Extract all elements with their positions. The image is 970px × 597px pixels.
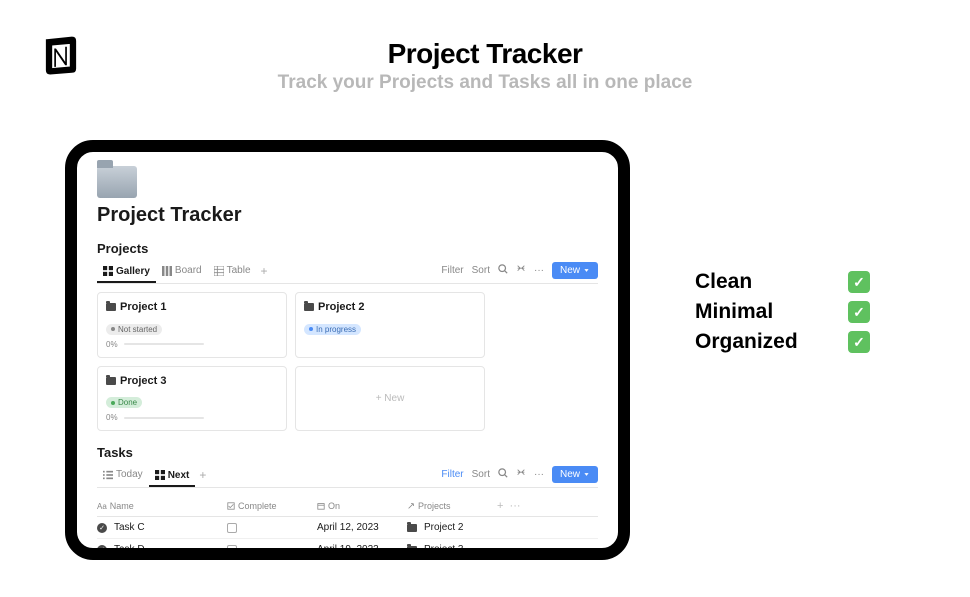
search-button[interactable] bbox=[494, 264, 512, 277]
expand-button[interactable] bbox=[512, 264, 530, 277]
status-badge: Done bbox=[106, 397, 142, 408]
tab-next-label: Next bbox=[168, 470, 190, 481]
folder-icon bbox=[106, 377, 116, 385]
feature-label: Minimal bbox=[695, 300, 773, 324]
tasks-expand-button[interactable] bbox=[512, 468, 530, 481]
hero-header: Project Tracker Track your Projects and … bbox=[0, 38, 970, 94]
gallery-icon bbox=[103, 266, 113, 276]
project-card[interactable]: Project 2 In progress bbox=[295, 292, 485, 358]
project-card[interactable]: Project 3 Done 0% bbox=[97, 366, 287, 432]
column-projects[interactable]: Projects bbox=[407, 500, 497, 512]
card-title: Project 3 bbox=[120, 375, 166, 387]
progress-bar bbox=[124, 343, 204, 345]
feature-item: Clean ✓ bbox=[695, 270, 870, 294]
task-project: Project 2 bbox=[424, 522, 463, 533]
chevron-down-icon bbox=[583, 471, 590, 478]
calendar-icon bbox=[317, 502, 325, 510]
tab-board[interactable]: Board bbox=[156, 263, 208, 278]
tasks-filter-button[interactable]: Filter bbox=[437, 469, 467, 480]
status-badge: In progress bbox=[304, 324, 361, 335]
new-task-button[interactable]: New bbox=[552, 466, 598, 483]
projects-section-title: Projects bbox=[97, 241, 598, 256]
tab-table[interactable]: Table bbox=[208, 263, 257, 278]
card-title: Project 2 bbox=[318, 301, 364, 313]
folder-icon bbox=[407, 546, 417, 554]
tab-today[interactable]: Today bbox=[97, 467, 149, 482]
task-name: Task D bbox=[114, 544, 145, 555]
add-view-button[interactable]: + bbox=[257, 264, 272, 278]
folder-icon bbox=[97, 166, 137, 198]
tasks-view-bar: Today Next + Filter Sort ··· New bbox=[97, 466, 598, 488]
progress-label: 0% bbox=[106, 340, 118, 349]
feature-item: Organized ✓ bbox=[695, 330, 870, 354]
new-task-label: New bbox=[560, 469, 580, 480]
table-row[interactable]: ✓ Task D April 19, 2023 Project 3 bbox=[97, 539, 598, 560]
add-column-button[interactable]: + ··· bbox=[497, 500, 521, 512]
checkmark-icon: ✓ bbox=[848, 301, 870, 323]
task-project: Project 3 bbox=[424, 544, 463, 555]
task-name: Task C bbox=[114, 522, 145, 533]
project-card[interactable]: Project 1 Not started 0% bbox=[97, 292, 287, 358]
tasks-table-header: AaName Complete On Projects + ··· bbox=[97, 496, 598, 517]
checkbox[interactable] bbox=[227, 545, 237, 555]
folder-icon bbox=[106, 303, 116, 311]
tasks-sort-button[interactable]: Sort bbox=[468, 469, 494, 480]
status-badge: Not started bbox=[106, 324, 162, 335]
checkbox-icon bbox=[227, 502, 235, 510]
new-project-button[interactable]: New bbox=[552, 262, 598, 279]
checkmark-icon: ✓ bbox=[848, 331, 870, 353]
column-name[interactable]: AaName bbox=[97, 500, 227, 512]
tasks-section-title: Tasks bbox=[97, 445, 598, 460]
table-row[interactable]: ✓ Task C April 12, 2023 Project 2 bbox=[97, 517, 598, 539]
folder-icon bbox=[407, 524, 417, 532]
tab-gallery[interactable]: Gallery bbox=[97, 264, 156, 283]
checkmark-icon: ✓ bbox=[848, 271, 870, 293]
tab-next[interactable]: Next bbox=[149, 468, 196, 487]
relation-icon bbox=[407, 502, 415, 510]
tab-table-label: Table bbox=[227, 265, 251, 276]
page-title: Project Tracker bbox=[97, 204, 598, 227]
checkbox[interactable] bbox=[227, 523, 237, 533]
features-list: Clean ✓ Minimal ✓ Organized ✓ bbox=[695, 270, 870, 360]
progress-bar bbox=[124, 417, 204, 419]
hero-title: Project Tracker bbox=[0, 38, 970, 70]
board-icon bbox=[162, 266, 172, 276]
search-icon bbox=[498, 264, 508, 274]
expand-icon bbox=[516, 264, 526, 274]
chevron-down-icon bbox=[583, 267, 590, 274]
projects-view-bar: Gallery Board Table + Filter Sort ··· N bbox=[97, 262, 598, 284]
tasks-search-button[interactable] bbox=[494, 468, 512, 481]
search-icon bbox=[498, 468, 508, 478]
column-on[interactable]: On bbox=[317, 500, 407, 512]
card-title: Project 1 bbox=[120, 301, 166, 313]
filter-button[interactable]: Filter bbox=[437, 265, 467, 276]
grid-icon bbox=[155, 470, 165, 480]
feature-label: Organized bbox=[695, 330, 798, 354]
more-button[interactable]: ··· bbox=[530, 265, 548, 276]
column-complete[interactable]: Complete bbox=[227, 500, 317, 512]
tab-gallery-label: Gallery bbox=[116, 266, 150, 277]
feature-item: Minimal ✓ bbox=[695, 300, 870, 324]
progress-label: 0% bbox=[106, 413, 118, 422]
tab-board-label: Board bbox=[175, 265, 202, 276]
tasks-more-button[interactable]: ··· bbox=[530, 469, 548, 480]
feature-label: Clean bbox=[695, 270, 752, 294]
new-project-card[interactable]: + New bbox=[295, 366, 485, 432]
hero-subtitle: Track your Projects and Tasks all in one… bbox=[0, 72, 970, 94]
task-date: April 12, 2023 bbox=[317, 522, 407, 533]
list-icon bbox=[103, 470, 113, 480]
folder-icon bbox=[304, 303, 314, 311]
check-icon: ✓ bbox=[97, 523, 107, 533]
add-task-view-button[interactable]: + bbox=[195, 468, 210, 482]
projects-gallery: Project 1 Not started 0% Project 2 In pr… bbox=[97, 292, 598, 431]
check-icon: ✓ bbox=[97, 545, 107, 555]
task-date: April 19, 2023 bbox=[317, 544, 407, 555]
table-icon bbox=[214, 266, 224, 276]
new-button-label: New bbox=[560, 265, 580, 276]
sort-button[interactable]: Sort bbox=[468, 265, 494, 276]
tablet-frame: Project Tracker Projects Gallery Board T… bbox=[65, 140, 630, 560]
expand-icon bbox=[516, 468, 526, 478]
tab-today-label: Today bbox=[116, 469, 143, 480]
